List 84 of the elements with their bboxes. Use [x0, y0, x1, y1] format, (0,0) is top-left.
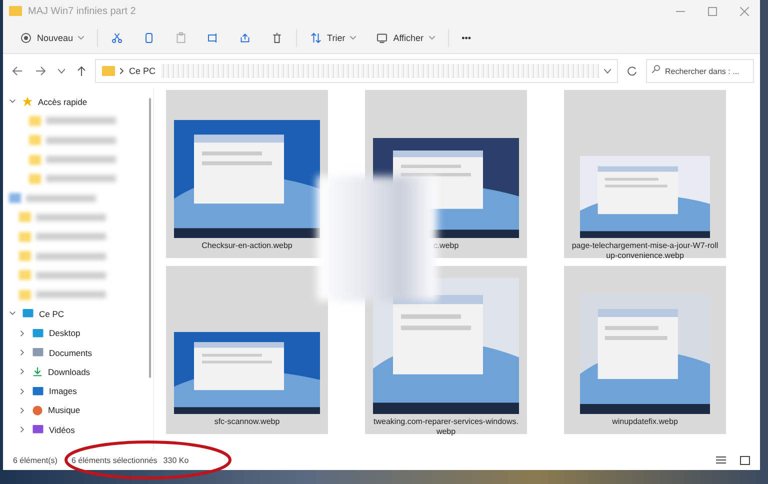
- folder-icon: [29, 154, 41, 165]
- rename-icon: [207, 32, 220, 44]
- file-tile[interactable]: Checksur-en-action.webp: [166, 90, 328, 258]
- file-name: Checksur-en-action.webp: [200, 240, 294, 251]
- folder-icon: [29, 174, 41, 184]
- paste-icon: [175, 32, 188, 44]
- file-name: sfc-scannow.webp: [213, 416, 281, 427]
- sidebar-item[interactable]: Ce PC: [39, 308, 64, 319]
- chevron-icon[interactable]: [19, 330, 26, 337]
- plus-circle-icon: [20, 32, 32, 44]
- blurred-item: [36, 214, 106, 221]
- blurred-item: [36, 272, 106, 279]
- folder-icon: [19, 251, 31, 262]
- sidebar-item[interactable]: Documents: [49, 348, 92, 358]
- selection-size: 330 Ko: [163, 456, 189, 464]
- sidebar-item[interactable]: Downloads: [48, 366, 90, 377]
- file-tile[interactable]: winupdatefix.webp: [564, 266, 726, 434]
- tiles-view-icon[interactable]: [740, 456, 750, 464]
- close-icon: [740, 6, 748, 16]
- cut-icon: [111, 32, 124, 44]
- history-button[interactable]: [55, 68, 68, 74]
- file-name: page-telechargement-mise-a-jour-W7-rollup-convenience.webp: [570, 240, 720, 261]
- path-segment[interactable]: Ce PC: [129, 66, 156, 76]
- sidebar-item[interactable]: Accès rapide: [38, 96, 88, 107]
- sidebar-item[interactable]: Musique: [48, 405, 80, 416]
- blurred-item: [36, 291, 106, 298]
- more-button[interactable]: •••: [454, 26, 478, 50]
- scrollbar[interactable]: [149, 98, 151, 378]
- folder-icon: [29, 135, 41, 146]
- details-view-icon[interactable]: [716, 456, 726, 464]
- copy-icon: [143, 32, 156, 44]
- file-name: c.webp: [432, 240, 460, 251]
- blurred-item: [46, 117, 116, 124]
- sort-button[interactable]: Trier: [303, 26, 364, 50]
- file-name: winupdatefix.webp: [611, 416, 679, 427]
- star-icon: [22, 96, 33, 108]
- chevron-icon[interactable]: [19, 426, 26, 434]
- sidebar-item[interactable]: Vidéos: [49, 424, 75, 435]
- caret-icon: [350, 36, 356, 40]
- share-icon: [239, 32, 252, 44]
- view-button[interactable]: Afficher: [369, 26, 442, 50]
- music-icon: [32, 404, 43, 416]
- folder-icon: [102, 66, 115, 76]
- blurred-item: [36, 252, 106, 260]
- dropdown-icon[interactable]: [604, 68, 611, 74]
- chevron-icon[interactable]: [19, 388, 26, 395]
- window-title: MAJ Win7 infinies part 2: [28, 6, 136, 16]
- caret-icon: [78, 36, 84, 40]
- blurred-item: [46, 136, 116, 144]
- folder-icon: [9, 6, 22, 16]
- blurred-item: [46, 175, 116, 182]
- display-icon: [376, 32, 388, 44]
- folder-icon: [19, 290, 31, 300]
- blurred-item: [26, 194, 96, 202]
- blurred-item: [36, 233, 106, 240]
- search-field[interactable]: Rechercher dans : ...: [646, 59, 754, 83]
- chevron-icon[interactable]: [9, 98, 16, 106]
- file-tile[interactable]: tweaking.com-reparer-services-windows.webp: [365, 266, 527, 434]
- chevron-icon[interactable]: [19, 368, 26, 376]
- chevron-icon[interactable]: [9, 310, 16, 318]
- sidebar-item[interactable]: Desktop: [49, 328, 80, 338]
- item-count: 6 élément(s): [13, 456, 58, 464]
- selection-count: 6 éléments sélectionnés: [71, 456, 158, 464]
- caret-icon: [428, 36, 435, 40]
- folder-icon: [19, 212, 31, 222]
- chevron-icon[interactable]: [19, 349, 26, 356]
- maximize-icon: [708, 6, 716, 16]
- sort-icon: [310, 32, 322, 44]
- chevron-icon[interactable]: [19, 406, 26, 414]
- folder-icon: [29, 116, 41, 126]
- minimize-icon: [676, 10, 684, 12]
- cloud-icon: [9, 193, 21, 204]
- folder-icon: [19, 270, 31, 280]
- file-name: tweaking.com-reparer-services-windows.webp: [372, 416, 520, 437]
- file-tile[interactable]: sfc-scannow.webp: [166, 266, 328, 434]
- file-tile[interactable]: page-telechargement-mise-a-jour-W7-rollup-convenience.webp: [564, 90, 726, 258]
- download-icon: [32, 366, 43, 378]
- address-bar[interactable]: Ce PC: [95, 59, 618, 83]
- blurred-item: [46, 156, 116, 164]
- sidebar-item[interactable]: Images: [49, 386, 77, 396]
- chevron-icon: [120, 68, 124, 74]
- new-button[interactable]: Nouveau: [13, 26, 92, 50]
- trash-icon: [271, 32, 284, 44]
- folder-icon: [19, 232, 31, 242]
